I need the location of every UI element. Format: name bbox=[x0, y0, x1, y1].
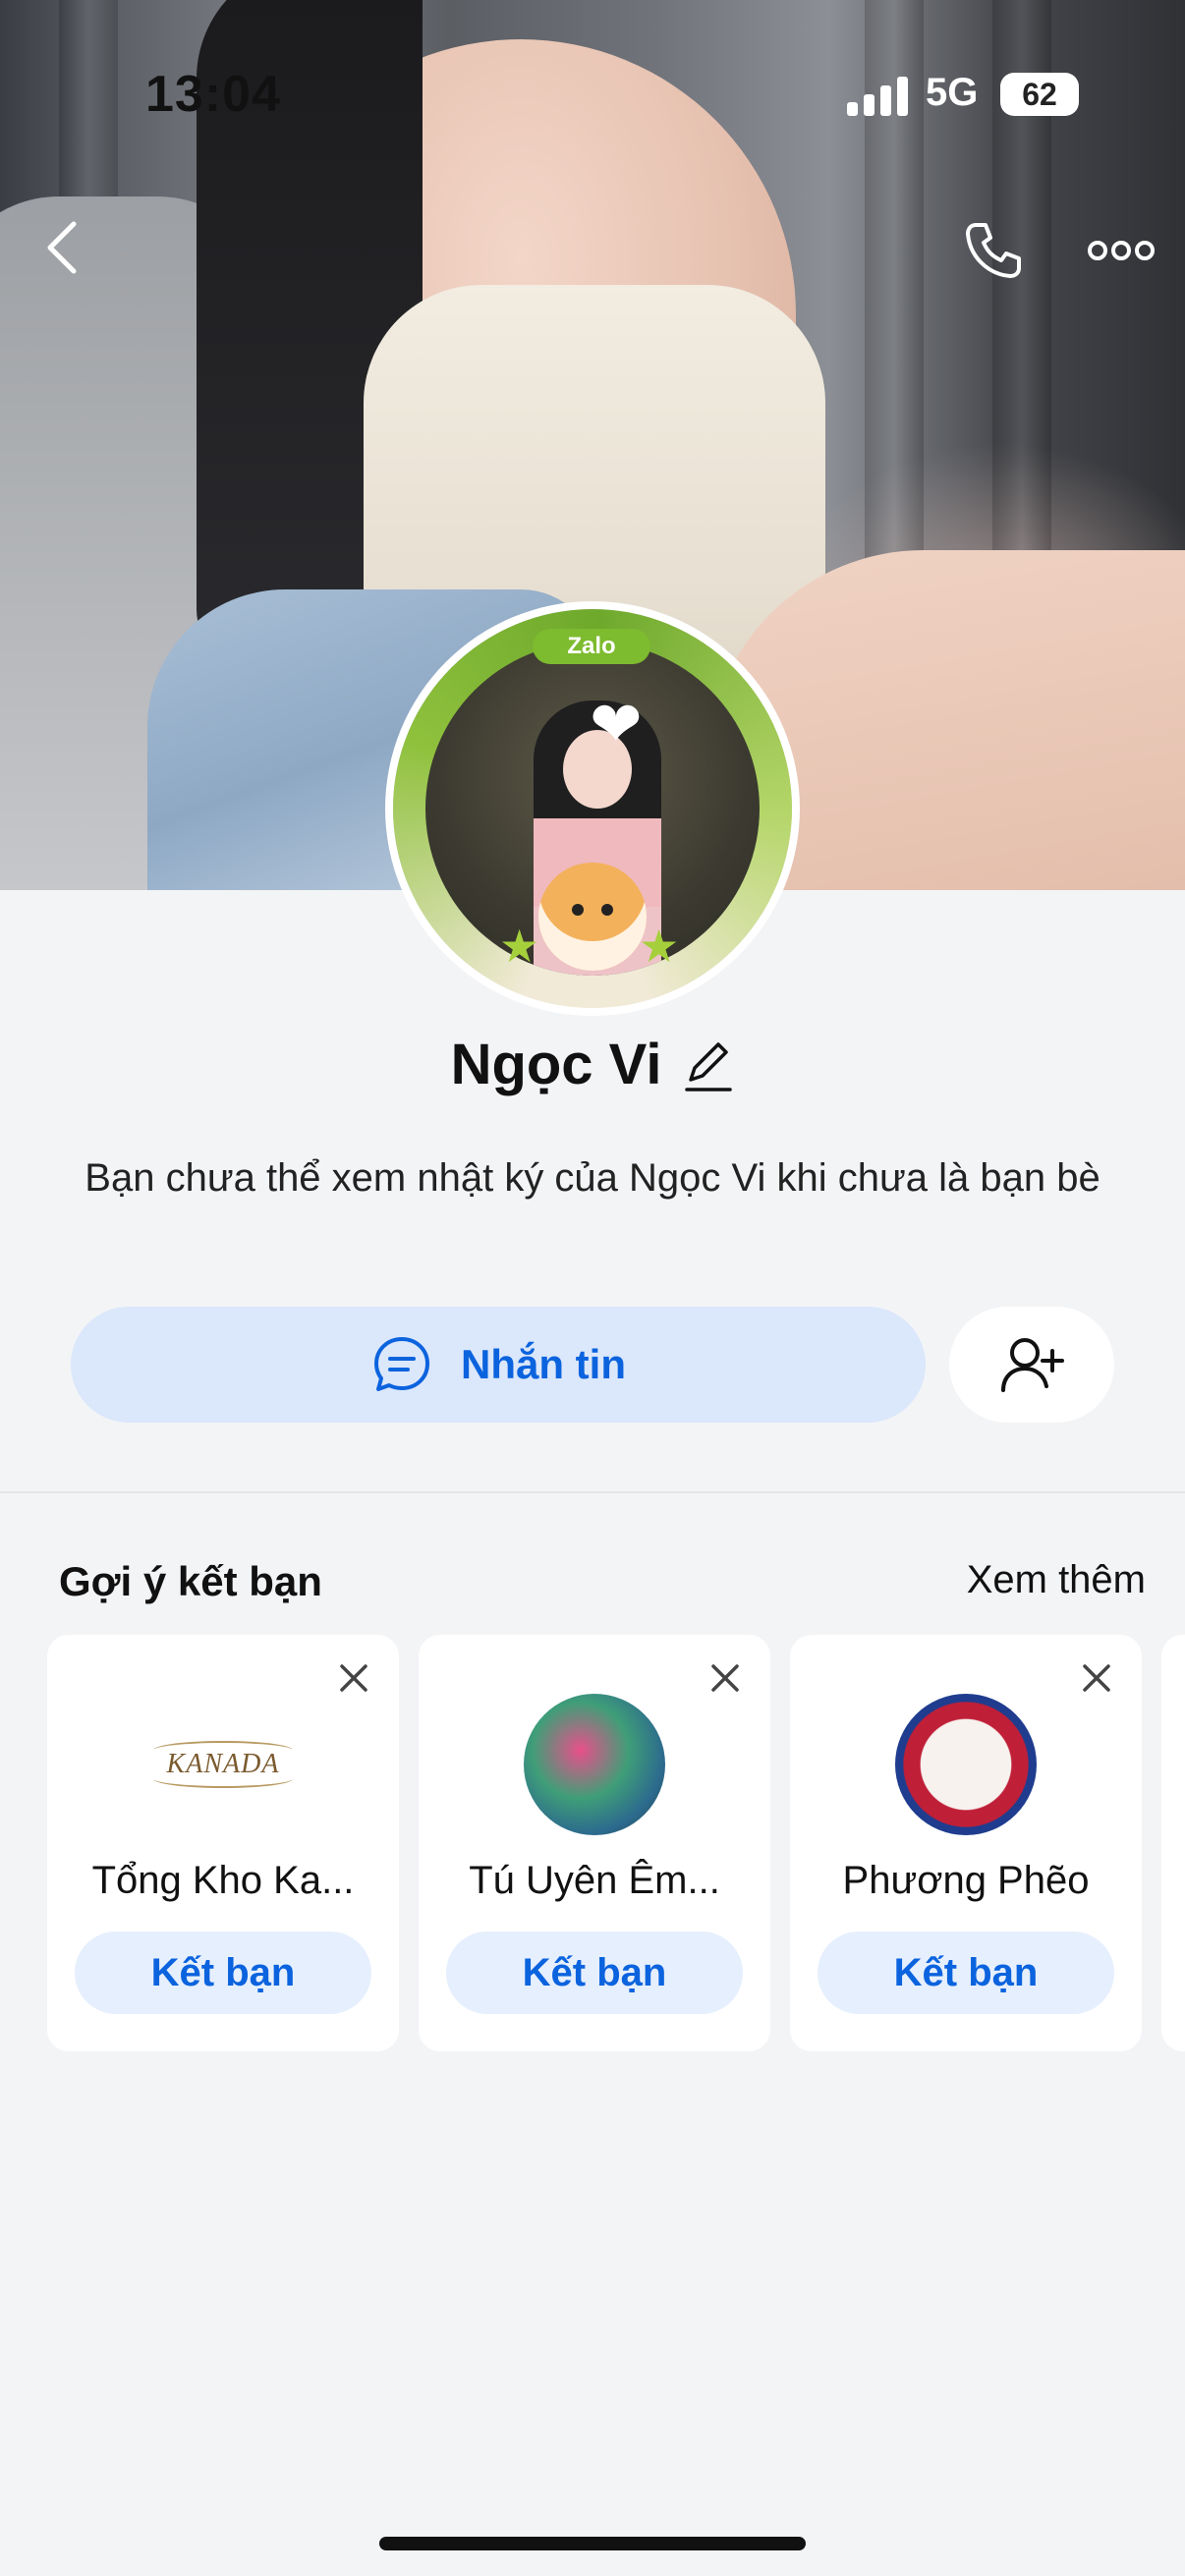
suggestions-title: Gợi ý kết bạn bbox=[59, 1558, 322, 1604]
close-icon[interactable] bbox=[334, 1658, 373, 1698]
kanada-logo: KANADA bbox=[152, 1741, 294, 1788]
star-icon: ★ bbox=[499, 921, 540, 972]
signal-icon bbox=[847, 75, 910, 116]
more-options-button[interactable] bbox=[1077, 206, 1165, 295]
section-divider bbox=[0, 1491, 1185, 1493]
suggestion-name: Phương Phẽo bbox=[842, 1859, 1090, 1902]
suggestion-cards: KANADA Tổng Kho Ka... Kết bạn Tú Uyên Êm… bbox=[47, 1635, 1185, 2051]
home-indicator[interactable] bbox=[379, 2537, 806, 2550]
profile-screen: 13:04 5G 62 Zalo ❤ ★ ★ Ngọc Vi Bạn chưa … bbox=[0, 0, 1185, 2576]
suggestion-card[interactable]: Tú Uyên Êm... Kết bạn bbox=[419, 1635, 770, 2051]
add-friend-suggestion-button[interactable]: Kết bạn bbox=[446, 1932, 743, 2014]
suggestion-name: Tú Uyên Êm... bbox=[469, 1859, 720, 1902]
add-friend-suggestion-button[interactable]: Kết bạn bbox=[818, 1932, 1114, 2014]
avatar-frame-badge: Zalo bbox=[533, 629, 650, 664]
add-friend-suggestion-button[interactable]: Kết bạn bbox=[75, 1932, 371, 2014]
chat-bubble-icon bbox=[374, 1337, 429, 1391]
more-dots-icon bbox=[1088, 241, 1155, 260]
close-icon[interactable] bbox=[705, 1658, 745, 1698]
call-button[interactable] bbox=[949, 206, 1038, 295]
back-button[interactable] bbox=[29, 204, 92, 291]
pencil-icon[interactable] bbox=[683, 1036, 734, 1093]
suggestion-card[interactable]: KANADA Tổng Kho Ka... Kết bạn bbox=[47, 1635, 399, 2051]
status-time: 13:04 bbox=[145, 66, 281, 123]
network-type: 5G bbox=[926, 71, 979, 114]
shiba-sticker-icon bbox=[538, 863, 647, 971]
profile-name: Ngọc Vi bbox=[450, 1033, 662, 1096]
suggestion-avatar: KANADA bbox=[152, 1694, 294, 1835]
heart-sticker-icon: ❤ bbox=[590, 689, 643, 759]
suggestion-avatar bbox=[895, 1694, 1037, 1835]
close-icon[interactable] bbox=[1077, 1658, 1116, 1698]
battery-icon: 62 bbox=[1000, 73, 1079, 116]
phone-icon bbox=[966, 223, 1021, 278]
battery-level: 62 bbox=[1022, 76, 1057, 112]
status-bar: 13:04 5G 62 bbox=[0, 0, 1185, 187]
suggestion-name: Tổng Kho Ka... bbox=[91, 1859, 355, 1902]
privacy-note: Bạn chưa thể xem nhật ký của Ngọc Vi khi… bbox=[85, 1156, 1100, 1200]
suggestion-card-peek[interactable] bbox=[1161, 1635, 1185, 2051]
message-button-label: Nhắn tin bbox=[461, 1341, 626, 1387]
see-more-link[interactable]: Xem thêm bbox=[967, 1558, 1146, 1602]
profile-name-row: Ngọc Vi bbox=[0, 1032, 1185, 1097]
add-friend-button[interactable] bbox=[949, 1307, 1114, 1423]
add-friend-icon bbox=[1001, 1338, 1064, 1392]
suggestion-avatar bbox=[524, 1694, 665, 1835]
back-chevron-icon bbox=[47, 221, 77, 274]
message-button[interactable]: Nhắn tin bbox=[71, 1307, 926, 1423]
suggestion-card[interactable]: Phương Phẽo Kết bạn bbox=[790, 1635, 1142, 2051]
